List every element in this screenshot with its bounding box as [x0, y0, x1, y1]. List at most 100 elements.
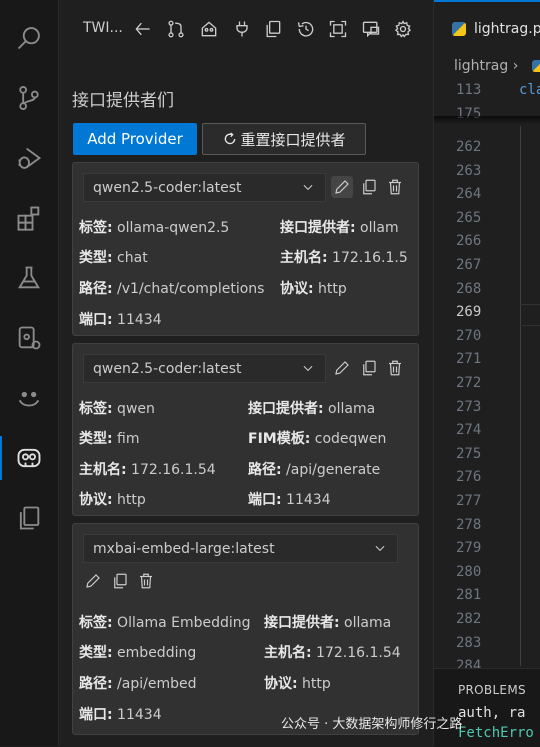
tab-filename: lightrag.p [474, 21, 540, 37]
model-select-value: mxbai-embed-large:latest [93, 540, 275, 557]
field-label: 标签: ollama-qwen2.5 [79, 220, 230, 236]
reset-button-label: 重置接口提供者 [240, 130, 346, 149]
line-number: 263 [456, 162, 482, 179]
line-number: 270 [456, 327, 482, 344]
chevron-down-icon [373, 541, 387, 555]
field-path: 路径: /v1/chat/completions [79, 281, 265, 297]
copy-icon[interactable] [109, 570, 131, 592]
delete-trash-icon[interactable] [384, 357, 406, 379]
line-number: 274 [456, 422, 482, 439]
twinny-panel: TWI... 接口提供者们 Add Provider 重置接口提供者 qwen2… [59, 0, 432, 746]
field-protocol: 协议: http [264, 676, 331, 692]
chat-icon[interactable] [360, 18, 382, 40]
provider-card: qwen2.5-coder:latest 标签: ollama-qwen2.5 … [72, 162, 419, 336]
line-number: 278 [456, 516, 482, 533]
field-port: 端口: 11434 [248, 492, 331, 508]
chevron-down-icon [301, 180, 315, 194]
model-select[interactable]: qwen2.5-coder:latest [83, 354, 326, 383]
add-provider-button[interactable]: Add Provider [73, 123, 197, 155]
field-label: 标签: Ollama Embedding [79, 615, 251, 631]
model-select-value: qwen2.5-coder:latest [93, 360, 242, 377]
delete-trash-icon[interactable] [135, 570, 157, 592]
edit-pencil-icon[interactable] [82, 570, 104, 592]
line-number: 266 [456, 233, 482, 250]
field-type: 类型: embedding [79, 645, 197, 661]
line-number: 264 [456, 186, 482, 203]
line-number: 113 [456, 82, 482, 98]
code-keyword: cla [519, 82, 540, 98]
terminal-line: auth, ra [458, 705, 526, 721]
field-path: 路径: /api/generate [248, 462, 381, 478]
provider-card: mxbai-embed-large:latest 标签: Ollama Embe… [72, 523, 419, 735]
breadcrumb[interactable]: lightrag › [454, 58, 518, 74]
copy-icon[interactable] [358, 176, 380, 198]
line-number: 283 [456, 634, 482, 651]
history-icon[interactable] [295, 18, 317, 40]
chevron-down-icon [301, 361, 315, 375]
line-number: 267 [456, 257, 482, 273]
gear-icon[interactable] [392, 18, 414, 40]
editor-tab[interactable]: lightrag.p [434, 0, 540, 56]
copilot-face-icon[interactable] [0, 376, 58, 420]
line-number: 262 [456, 139, 482, 155]
edit-pencil-icon[interactable] [331, 357, 353, 379]
back-arrow-icon[interactable] [132, 18, 154, 40]
field-type: 类型: chat [79, 250, 148, 266]
editor-area: lightrag.p lightrag › 113 cla 175 262263… [433, 0, 540, 747]
line-number: 271 [456, 351, 482, 368]
embedding-icon[interactable] [327, 18, 349, 40]
line-number: 277 [456, 493, 482, 509]
bottom-panel: PROBLEMS auth, ra FetchErro [434, 668, 540, 747]
copy-icon[interactable] [358, 357, 380, 379]
extensions-icon[interactable] [0, 196, 58, 240]
model-select[interactable]: qwen2.5-coder:latest [83, 173, 326, 202]
line-number: 275 [456, 445, 482, 462]
reset-providers-button[interactable]: 重置接口提供者 [202, 123, 366, 155]
line-number: 280 [456, 563, 482, 580]
edit-pencil-icon[interactable] [331, 176, 353, 198]
field-port: 端口: 11434 [79, 312, 162, 328]
line-number: 279 [456, 540, 482, 557]
provider-card: qwen2.5-coder:latest 标签: qwen 接口提供者: oll… [72, 343, 419, 516]
indent-guide [520, 126, 521, 666]
field-path: 路径: /api/embed [79, 676, 197, 692]
field-protocol: 协议: http [280, 281, 347, 297]
terminal-line: FetchErro [458, 725, 534, 741]
robot-icon[interactable] [198, 18, 220, 40]
line-number: 268 [456, 280, 482, 297]
field-protocol: 协议: http [79, 492, 146, 508]
model-select[interactable]: mxbai-embed-large:latest [83, 534, 398, 563]
pull-request-icon[interactable] [165, 18, 187, 40]
field-label: 标签: qwen [79, 401, 155, 417]
line-number: 276 [456, 469, 482, 486]
field-provider: 接口提供者: ollama [264, 615, 392, 631]
search-icon[interactable] [0, 16, 58, 60]
python-file-icon [452, 22, 466, 36]
source-control-icon[interactable] [0, 76, 58, 120]
twinny-icon[interactable] [0, 436, 58, 480]
field-fim-template: FIM模板: codeqwen [248, 431, 387, 447]
copy-icon[interactable] [262, 18, 284, 40]
run-debug-icon[interactable] [0, 136, 58, 180]
field-hostname: 主机名: 172.16.1.5 [280, 250, 408, 266]
line-number: 265 [456, 209, 482, 226]
line-number: 281 [456, 587, 482, 604]
problems-tab[interactable]: PROBLEMS [458, 683, 526, 697]
python-file-icon [532, 60, 540, 72]
providers-heading: 接口提供者们 [72, 91, 174, 111]
model-select-value: qwen2.5-coder:latest [93, 179, 242, 196]
field-hostname: 主机名: 172.16.1.54 [264, 645, 401, 661]
remote-settings-icon[interactable] [0, 316, 58, 360]
line-number: 273 [456, 398, 482, 415]
field-provider: 接口提供者: ollam [280, 220, 399, 236]
testing-icon[interactable] [0, 256, 58, 300]
activity-bar [0, 0, 59, 746]
line-number: 272 [456, 375, 482, 391]
current-line-highlight [520, 304, 540, 326]
chevron-right-icon: › [512, 58, 519, 74]
delete-trash-icon[interactable] [384, 176, 406, 198]
watermark: 公众号 · 大数据架构师修行之路 [281, 717, 463, 732]
field-hostname: 主机名: 172.16.1.54 [79, 462, 216, 478]
plug-icon[interactable] [231, 18, 253, 40]
copy-files-icon[interactable] [0, 496, 58, 540]
